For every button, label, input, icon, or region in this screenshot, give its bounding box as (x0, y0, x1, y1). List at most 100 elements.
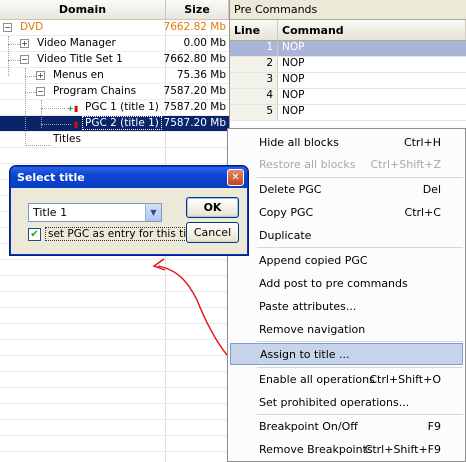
command-text: NOP (282, 73, 305, 85)
chevron-down-icon[interactable]: ▼ (145, 204, 161, 221)
tree-node-size: 7662.82 Mb (163, 21, 226, 33)
empty-row (0, 324, 229, 340)
menu-item-label: Copy PGC (259, 205, 314, 219)
menu-item-duplicate[interactable]: Duplicate (230, 224, 463, 246)
tree-node-size: 75.36 Mb (176, 69, 226, 81)
tree-node-label: Video Manager (37, 37, 116, 49)
menu-item-remove-breakpoints[interactable]: Remove Breakpoints Ctrl+Shift+F9 (230, 438, 463, 460)
empty-row (0, 388, 229, 404)
empty-row (0, 356, 229, 372)
tree-connector (41, 108, 65, 109)
menu-item-label: Set prohibited operations... (259, 395, 410, 409)
tree-node-size: 7587.20 Mb (163, 85, 226, 97)
tree-row-dvd[interactable]: − DVD 7662.82 Mb (0, 20, 229, 36)
column-header-command[interactable]: Command (278, 20, 466, 40)
cancel-button[interactable]: Cancel (186, 222, 239, 243)
ok-button[interactable]: OK (186, 197, 239, 218)
menu-item-label: Restore all blocks (259, 157, 356, 171)
menu-item-shortcut: Del (422, 182, 441, 196)
expand-icon[interactable]: + (36, 71, 45, 80)
empty-row (0, 308, 229, 324)
empty-row (0, 260, 229, 276)
menu-item-shortcut: Ctrl+H (403, 135, 441, 149)
menu-item-label: Append copied PGC (259, 253, 368, 267)
entry-checkbox[interactable]: ✔ (28, 227, 41, 241)
pre-commands-title: Pre Commands (230, 0, 466, 20)
command-row[interactable]: 3 NOP (230, 73, 466, 89)
command-row[interactable]: 2 NOP (230, 57, 466, 73)
tree-connector (25, 68, 26, 146)
empty-row (0, 148, 229, 164)
pgc-context-menu: Hide all blocks Ctrl+H Restore all block… (227, 128, 466, 462)
close-icon[interactable]: ✕ (227, 169, 244, 186)
empty-row (0, 372, 229, 388)
command-row[interactable]: 4 NOP (230, 89, 466, 105)
menu-item-set-prohibited-operations[interactable]: Set prohibited operations... (230, 391, 463, 413)
empty-row (0, 276, 229, 292)
collapse-icon[interactable]: − (36, 87, 45, 96)
menu-item-label: Paste attributes... (259, 299, 357, 313)
tree-node-label: Video Title Set 1 (37, 53, 123, 65)
menu-item-enable-all-operations[interactable]: Enable all operations Ctrl+Shift+O (230, 368, 463, 390)
menu-item-shortcut: Ctrl+Shift+O (369, 372, 441, 386)
tree-node-size: 7662.80 Mb (163, 53, 226, 65)
menu-item-label: Delete PGC (259, 182, 322, 196)
title-select[interactable]: Title 1 ▼ (28, 203, 162, 222)
collapse-icon[interactable]: − (3, 23, 12, 32)
command-row[interactable]: 5 NOP (230, 105, 466, 121)
tree-node-label: PGC 1 (title 1) (85, 101, 159, 113)
command-text: NOP (278, 41, 466, 56)
column-header-domain[interactable]: Domain (0, 0, 166, 20)
tree-node-size: 7587.20 Mb (163, 101, 226, 113)
command-line-number: 3 (230, 73, 278, 88)
empty-row (0, 292, 229, 308)
menu-item-assign-to-title[interactable]: Assign to title ... (230, 343, 463, 365)
tree-row-video-title-set[interactable]: − Video Title Set 1 7662.80 Mb (0, 52, 229, 68)
menu-item-label: Enable all operations (259, 372, 375, 386)
tree-connector (8, 60, 20, 61)
expand-icon[interactable]: + (20, 39, 29, 48)
menu-item-shortcut: Ctrl+Shift+F9 (364, 442, 441, 456)
tree-connector (25, 145, 51, 146)
command-line-number: 5 (230, 105, 278, 120)
menu-item-append-copied-pgc[interactable]: Append copied PGC (230, 249, 463, 271)
tree-row-pgc-1[interactable]: + ▮ PGC 1 (title 1) 7587.20 Mb (0, 100, 229, 116)
menu-item-delete-pgc[interactable]: Delete PGC Del (230, 178, 463, 200)
empty-row (0, 404, 229, 420)
tree-row-pgc-2-selected[interactable]: ▮ PGC 2 (title 1) 7587.20 Mb (0, 116, 229, 132)
pgc-marker-icon: ▮ (74, 104, 79, 113)
tree-node-label: Titles (53, 133, 81, 145)
command-line-number: 1 (230, 41, 278, 56)
column-header-line[interactable]: Line (230, 20, 278, 40)
tree-connector (8, 44, 20, 45)
title-select-value: Title 1 (33, 206, 68, 219)
tree-connector (41, 124, 71, 125)
menu-item-label: Assign to title ... (260, 347, 350, 361)
tree-node-label: Program Chains (53, 85, 137, 97)
menu-item-paste-attributes[interactable]: Paste attributes... (230, 295, 463, 317)
tree-node-label: DVD (20, 21, 44, 33)
pgc-marker-icon: ▮ (74, 120, 79, 129)
entry-checkbox-label[interactable]: set PGC as entry for this title (45, 227, 203, 241)
empty-row (0, 340, 229, 356)
menu-item-hide-all-blocks[interactable]: Hide all blocks Ctrl+H (230, 131, 463, 153)
dialog-title: Select title (11, 167, 247, 188)
collapse-icon[interactable]: − (20, 55, 29, 64)
tree-connector (25, 76, 36, 77)
entry-checkbox-row[interactable]: ✔ set PGC as entry for this title (28, 226, 203, 242)
menu-item-add-post-to-pre[interactable]: Add post to pre commands (230, 272, 463, 294)
command-line-number: 4 (230, 89, 278, 104)
menu-item-restore-all-blocks: Restore all blocks Ctrl+Shift+Z (230, 153, 463, 175)
command-text: NOP (282, 57, 305, 69)
menu-item-copy-pgc[interactable]: Copy PGC Ctrl+C (230, 201, 463, 223)
command-line-number: 2 (230, 57, 278, 72)
menu-item-label: Duplicate (259, 228, 312, 242)
tree-row-video-manager[interactable]: + Video Manager 0.00 Mb (0, 36, 229, 52)
menu-item-shortcut: F9 (427, 419, 441, 433)
menu-item-breakpoint-toggle[interactable]: Breakpoint On/Off F9 (230, 415, 463, 437)
tree-connector (25, 92, 36, 93)
column-header-size[interactable]: Size (166, 0, 229, 20)
tree-connector (8, 36, 9, 76)
menu-item-remove-navigation[interactable]: Remove navigation (230, 318, 463, 340)
command-row-selected[interactable]: 1 NOP (230, 41, 466, 57)
